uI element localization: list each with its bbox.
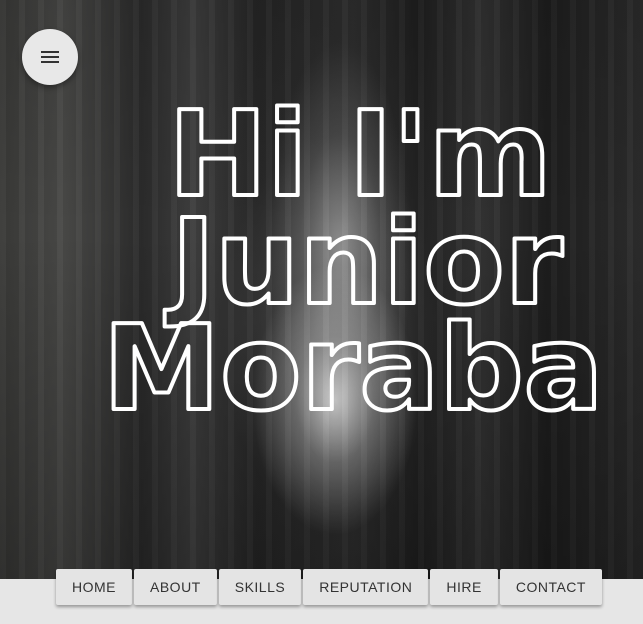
main-nav: HOME ABOUT SKILLS REPUTATION HIRE CONTAC… <box>56 569 604 605</box>
nav-hire-button[interactable]: HIRE <box>430 569 498 605</box>
hero-headline: Hi I'm Junior Moraba <box>0 0 643 579</box>
menu-icon <box>41 51 59 63</box>
nav-reputation-button[interactable]: REPUTATION <box>303 569 429 605</box>
headline-line-3: Moraba <box>103 299 603 437</box>
nav-contact-button[interactable]: CONTACT <box>499 569 602 605</box>
nav-about-button[interactable]: ABOUT <box>134 569 217 605</box>
menu-button[interactable] <box>22 29 78 85</box>
nav-home-button[interactable]: HOME <box>56 569 132 605</box>
nav-skills-button[interactable]: SKILLS <box>218 569 302 605</box>
